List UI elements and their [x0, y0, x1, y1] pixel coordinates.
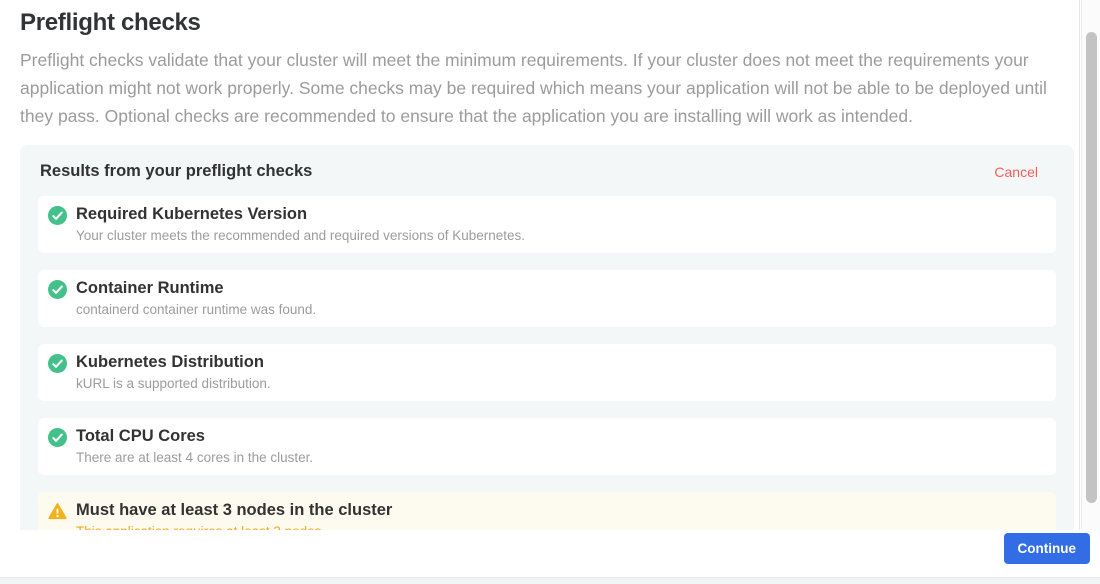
page-title: Preflight checks: [20, 9, 1059, 37]
check-row: Total CPU Cores There are at least 4 cor…: [38, 418, 1056, 475]
check-message: There are at least 4 cores in the cluste…: [76, 450, 313, 466]
check-text: Required Kubernetes Version Your cluster…: [76, 204, 525, 244]
check-message: kURL is a supported distribution.: [76, 376, 271, 392]
check-title: Required Kubernetes Version: [76, 204, 525, 224]
vertical-scrollbar-track[interactable]: [1081, 0, 1100, 530]
cancel-link[interactable]: Cancel: [994, 164, 1054, 180]
panel-header: Results from your preflight checks Cance…: [40, 162, 1054, 181]
check-pass-icon: [48, 354, 67, 373]
continue-button[interactable]: Continue: [1004, 533, 1091, 564]
check-pass-icon: [48, 280, 67, 299]
check-row: Kubernetes Distribution kURL is a suppor…: [38, 344, 1056, 401]
check-message: Your cluster meets the recommended and r…: [76, 228, 525, 244]
check-title: Total CPU Cores: [76, 426, 313, 446]
vertical-scrollbar-thumb[interactable]: [1086, 32, 1097, 503]
bottom-strip: [0, 577, 1100, 584]
check-row: Must have at least 3 nodes in the cluste…: [38, 492, 1056, 530]
panel-title: Results from your preflight checks: [40, 162, 312, 181]
check-warning-icon: [48, 502, 67, 521]
scroll-area: Preflight checks Preflight checks valida…: [0, 0, 1080, 530]
check-text: Container Runtime containerd container r…: [76, 278, 316, 318]
check-title: Must have at least 3 nodes in the cluste…: [76, 500, 392, 520]
check-list: Required Kubernetes Version Your cluster…: [38, 196, 1056, 530]
check-title: Kubernetes Distribution: [76, 352, 271, 372]
check-text: Kubernetes Distribution kURL is a suppor…: [76, 352, 271, 392]
check-row: Required Kubernetes Version Your cluster…: [38, 196, 1056, 253]
preflight-checks-screen: Preflight checks Preflight checks valida…: [0, 0, 1100, 584]
check-pass-icon: [48, 206, 67, 225]
check-text: Must have at least 3 nodes in the cluste…: [76, 500, 392, 530]
check-pass-icon: [48, 428, 67, 447]
page-description: Preflight checks validate that your clus…: [20, 46, 1060, 130]
check-title: Container Runtime: [76, 278, 316, 298]
check-text: Total CPU Cores There are at least 4 cor…: [76, 426, 313, 466]
footer-bar: Continue: [0, 530, 1100, 577]
preflight-results-panel: Results from your preflight checks Cance…: [20, 145, 1074, 530]
check-row: Container Runtime containerd container r…: [38, 270, 1056, 327]
check-message: containerd container runtime was found.: [76, 302, 316, 318]
